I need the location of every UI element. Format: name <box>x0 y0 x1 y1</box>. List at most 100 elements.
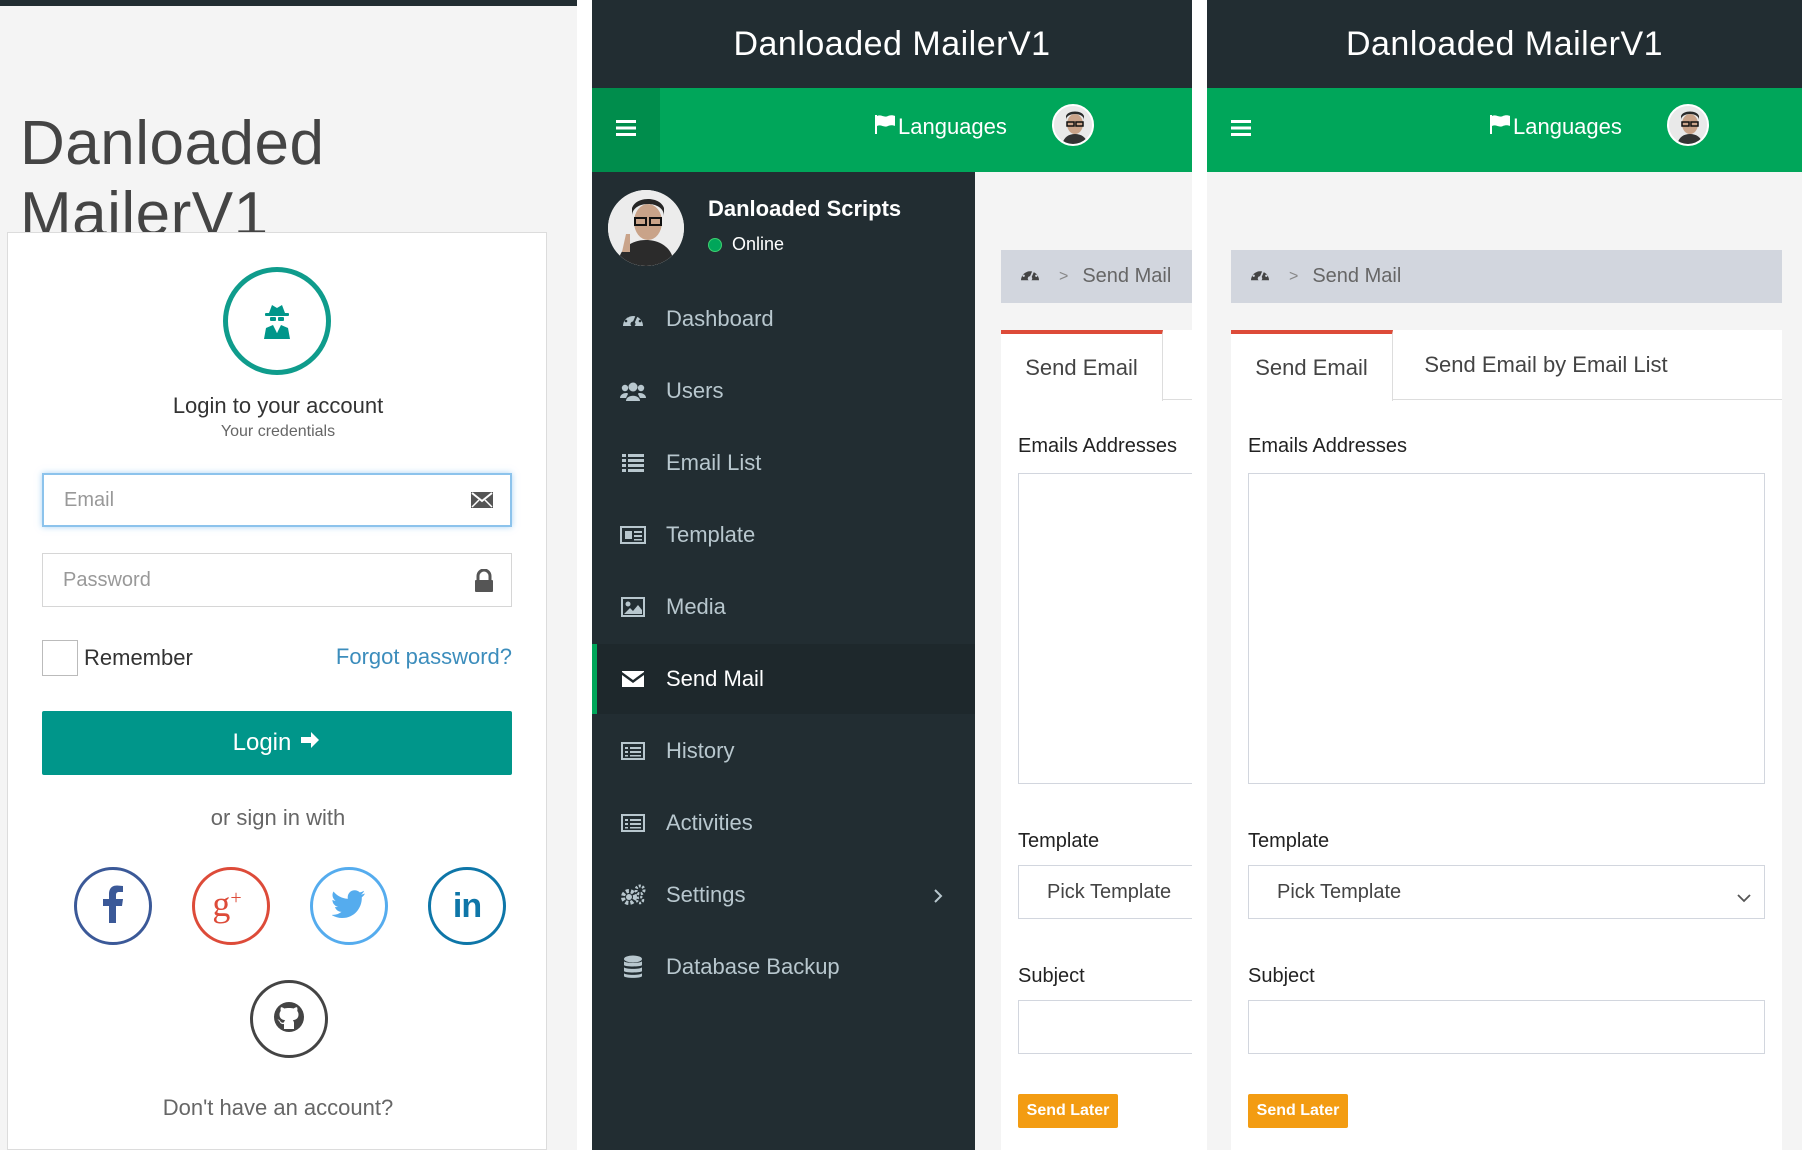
forgot-password-link[interactable]: Forgot password? <box>336 644 512 670</box>
subject-label: Subject <box>1018 965 1085 987</box>
sidebar-item-activities[interactable]: Activities <box>592 788 975 858</box>
sidebar-item-template[interactable]: Template <box>592 500 975 570</box>
send-mail-box: Send Email Emails Addresses Template Pic… <box>1001 330 1192 1150</box>
user-avatar[interactable] <box>1667 104 1709 146</box>
tab-bar: Send Email Send Email by Email List <box>1231 330 1782 401</box>
send-later-label: Send Later <box>1256 1102 1340 1119</box>
template-select[interactable]: Pick Template <box>1018 865 1192 919</box>
languages-label: Languages <box>898 114 1007 139</box>
remember-checkbox[interactable] <box>42 640 78 676</box>
envelope-icon <box>470 490 494 515</box>
emails-textarea[interactable] <box>1248 473 1765 784</box>
arrow-right-icon <box>299 729 321 758</box>
sidebar-item-database-backup[interactable]: Database Backup <box>592 932 975 1002</box>
languages-dropdown[interactable]: Languages <box>1489 114 1622 140</box>
subject-input[interactable] <box>1018 1000 1192 1054</box>
list-icon <box>620 454 646 472</box>
languages-dropdown[interactable]: Languages <box>874 114 1007 140</box>
content-area: > Send Mail Send Email Emails Addresses … <box>975 172 1192 1150</box>
password-input[interactable] <box>43 554 443 606</box>
login-subheading: Your credentials <box>220 423 336 440</box>
app-title: Danloaded MailerV1 <box>20 109 325 249</box>
send-later-button[interactable]: Send Later <box>1248 1094 1348 1128</box>
emails-textarea[interactable] <box>1018 473 1192 784</box>
tab-send-email[interactable]: Send Email <box>1231 330 1393 401</box>
tab-label: Send Email <box>1255 354 1368 380</box>
sidebar-item-label: Users <box>666 378 724 403</box>
send-later-label: Send Later <box>1026 1102 1110 1119</box>
sidebar-item-label: History <box>666 738 735 763</box>
google-plus-icon: g+ <box>212 884 242 924</box>
flag-icon <box>874 114 896 140</box>
dashboard-icon[interactable] <box>1249 265 1271 289</box>
user-avatar[interactable] <box>1052 104 1094 146</box>
chevron-down-icon <box>1736 886 1752 909</box>
linkedin-icon: in <box>452 886 482 925</box>
emails-label: Emails Addresses <box>1018 435 1177 457</box>
user-status-label: Online <box>732 234 785 254</box>
dashboard-icon <box>620 309 646 329</box>
sidebar-item-history[interactable]: History <box>592 716 975 786</box>
sidebar-item-email-list[interactable]: Email List <box>592 428 975 498</box>
panel-divider <box>577 0 592 1150</box>
twitter-icon <box>331 889 366 923</box>
or-sign-in-text: or sign in with <box>210 805 346 830</box>
send-mail-panel: Danloaded MailerV1 Languages > Send Mail <box>1207 0 1802 1150</box>
password-field[interactable] <box>42 553 512 607</box>
subject-input[interactable] <box>1248 1000 1765 1054</box>
tab-send-email-by-list[interactable]: Send Email by Email List <box>1393 330 1699 400</box>
menu-toggle-button[interactable] <box>1207 88 1275 172</box>
template-select[interactable]: Pick Template <box>1248 865 1765 919</box>
hamburger-icon <box>616 119 636 141</box>
header-title: Danloaded MailerV1 <box>733 24 1051 63</box>
image-icon <box>620 597 646 617</box>
lock-icon <box>473 568 495 598</box>
template-select-value: Pick Template <box>1047 880 1172 903</box>
top-bar <box>0 0 577 6</box>
breadcrumb: > Send Mail <box>1231 250 1782 303</box>
sidebar-item-label: Settings <box>666 882 746 907</box>
user-name: Danloaded Scripts <box>708 196 902 221</box>
github-button[interactable] <box>250 980 328 1058</box>
sidebar-item-media[interactable]: Media <box>592 572 975 642</box>
no-account-text: Don't have an account? <box>162 1095 394 1120</box>
menu-toggle-button[interactable] <box>592 88 660 172</box>
google-plus-button[interactable]: g+ <box>192 867 270 945</box>
tab-send-email[interactable]: Send Email <box>1001 330 1163 401</box>
sidebar-item-label: Template <box>666 522 756 547</box>
app-header: Danloaded MailerV1 <box>1207 0 1802 88</box>
template-label: Template <box>1248 830 1330 852</box>
send-later-button[interactable]: Send Later <box>1018 1094 1118 1128</box>
hamburger-icon <box>1231 119 1251 141</box>
languages-label: Languages <box>1513 114 1622 139</box>
tab-label: Send Email by Email List <box>1424 352 1668 377</box>
login-heading: Login to your account <box>172 393 384 418</box>
sidebar-item-send-mail[interactable]: Send Mail <box>592 644 975 714</box>
sidebar-item-label: Database Backup <box>666 954 840 979</box>
remember-label: Remember <box>84 645 193 670</box>
login-button-label: Login <box>232 729 292 756</box>
newspaper-icon <box>620 526 646 544</box>
breadcrumb-separator: > <box>1289 267 1299 285</box>
send-mail-box: Send Email Send Email by Email List Emai… <box>1231 330 1782 1150</box>
twitter-button[interactable] <box>310 867 388 945</box>
navbar: Languages <box>1207 88 1802 172</box>
subject-label: Subject <box>1248 965 1315 987</box>
facebook-button[interactable] <box>74 867 152 945</box>
dashboard-icon[interactable] <box>1019 265 1041 289</box>
envelope-icon <box>620 670 646 688</box>
sidebar-item-settings[interactable]: Settings <box>592 860 975 930</box>
header-title: Danloaded MailerV1 <box>1345 24 1664 63</box>
sidebar: Danloaded Scripts Online Dashboard Users… <box>592 172 975 1150</box>
login-button[interactable]: Login <box>42 711 512 775</box>
breadcrumb: > Send Mail <box>1001 250 1192 303</box>
github-icon <box>272 1000 306 1039</box>
linkedin-button[interactable]: in <box>428 867 506 945</box>
tab-bar: Send Email <box>1001 330 1192 401</box>
email-field[interactable] <box>42 473 512 527</box>
email-input[interactable] <box>44 475 444 525</box>
user-panel: Danloaded Scripts Online <box>608 190 968 272</box>
sidebar-item-users[interactable]: Users <box>592 356 975 426</box>
facebook-icon <box>102 885 124 928</box>
sidebar-item-dashboard[interactable]: Dashboard <box>592 284 975 354</box>
